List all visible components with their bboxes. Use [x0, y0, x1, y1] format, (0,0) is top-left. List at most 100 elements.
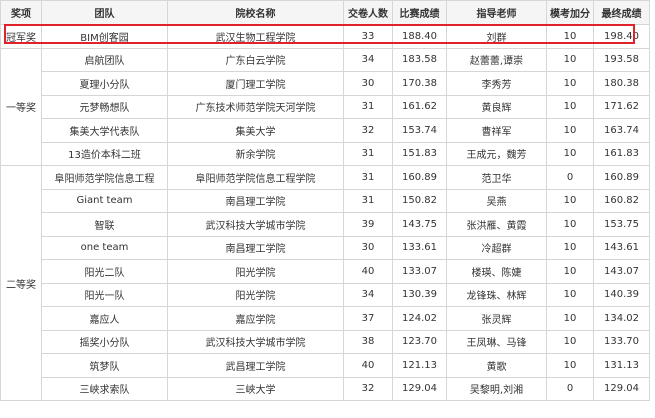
header-count: 交卷人数 — [343, 0, 393, 25]
header-award: 奖项 — [0, 0, 42, 25]
team-cell: Giant team — [41, 188, 168, 213]
table-row: 阳光一队 阳光学院 34 130.39 龙锋珠、林辉 10 140.39 — [1, 282, 650, 307]
count-cell: 34 — [343, 47, 393, 72]
score-cell: 161.62 — [392, 94, 447, 119]
school-cell: 广东技术师范学院天河学院 — [167, 94, 344, 119]
count-cell: 32 — [343, 376, 393, 401]
table-row: 二等奖 阜阳师范学院信息工程 阜阳师范学院信息工程学院 31 160.89 范卫华 0 160… — [0, 165, 650, 401]
count-cell: 31 — [343, 165, 393, 190]
bonus-cell: 0 — [546, 376, 594, 401]
school-cell: 新余学院 — [167, 141, 344, 166]
final-cell: 193.58 — [593, 47, 650, 72]
count-cell: 31 — [343, 188, 393, 213]
team-cell: 13造价本科二班 — [41, 141, 168, 166]
team-cell: 阳光二队 — [41, 259, 168, 284]
table-row: 冠军奖 BIM创客园 武汉生物工程学院 33 188.40 刘群 10 198.40 — [0, 24, 650, 49]
table-row: 一等奖 启航团队 广东白云学院 34 183.58 赵蕾蕾,谭崇 10 193.58 — [0, 47, 650, 166]
award-cell: 二等奖 — [0, 165, 42, 401]
results-table: 奖项 团队 院校名称 交卷人数 比赛成绩 指导老师 模考加分 最终成绩 冠军奖 B… — [0, 0, 650, 401]
school-cell: 阜阳师范学院信息工程学院 — [167, 165, 344, 190]
bonus-cell: 10 — [546, 71, 594, 96]
final-cell: 198.40 — [593, 24, 650, 49]
team-cell: one team — [41, 235, 168, 260]
final-cell: 134.02 — [593, 306, 650, 331]
score-cell: 150.82 — [392, 188, 447, 213]
table-row: 智联 武汉科技大学城市学院 39 143.75 张洪雁、黄霞 10 153.75 — [1, 212, 650, 237]
final-cell: 143.61 — [593, 235, 650, 260]
school-cell: 嘉应学院 — [167, 306, 344, 331]
table-row: 嘉应人 嘉应学院 37 124.02 张灵辉 10 134.02 — [1, 306, 650, 331]
bonus-cell: 10 — [546, 259, 594, 284]
score-cell: 129.04 — [392, 376, 447, 401]
bonus-cell: 10 — [546, 329, 594, 354]
award-cell: 一等奖 — [0, 47, 42, 166]
score-cell: 160.89 — [392, 165, 447, 190]
bonus-cell: 10 — [546, 94, 594, 119]
count-cell: 30 — [343, 235, 393, 260]
count-cell: 37 — [343, 306, 393, 331]
score-cell: 170.38 — [392, 71, 447, 96]
team-cell: 阳光一队 — [41, 282, 168, 307]
score-cell: 188.40 — [392, 24, 447, 49]
count-cell: 31 — [343, 94, 393, 119]
teacher-cell: 刘群 — [446, 24, 547, 49]
team-cell: 夏理小分队 — [41, 71, 168, 96]
final-cell: 143.07 — [593, 259, 650, 284]
table-row: 阳光二队 阳光学院 40 133.07 楼瑛、陈婕 10 143.07 — [1, 259, 650, 284]
count-cell: 40 — [343, 259, 393, 284]
final-cell: 133.70 — [593, 329, 650, 354]
final-cell: 171.62 — [593, 94, 650, 119]
final-cell: 131.13 — [593, 353, 650, 378]
header-row: 奖项 团队 院校名称 交卷人数 比赛成绩 指导老师 模考加分 最终成绩 — [0, 0, 650, 25]
table-row: Giant team 南昌理工学院 31 150.82 吴燕 10 160.82 — [1, 188, 650, 213]
header-school: 院校名称 — [167, 0, 344, 25]
table-row: 摇奖小分队 武汉科技大学城市学院 38 123.70 王凤琳、马锋 10 133.70 — [1, 329, 650, 354]
table-row: 筑梦队 武昌理工学院 40 121.13 黄歌 10 131.13 — [1, 353, 650, 378]
school-cell: 阳光学院 — [167, 259, 344, 284]
award-cell: 冠军奖 — [0, 24, 42, 49]
final-cell: 153.75 — [593, 212, 650, 237]
header-score: 比赛成绩 — [392, 0, 447, 25]
team-cell: 筑梦队 — [41, 353, 168, 378]
teacher-cell: 吴燕 — [446, 188, 547, 213]
school-cell: 广东白云学院 — [167, 47, 344, 72]
team-cell: 摇奖小分队 — [41, 329, 168, 354]
teacher-cell: 黄良辉 — [446, 94, 547, 119]
bonus-cell: 0 — [546, 165, 594, 190]
final-cell: 160.82 — [593, 188, 650, 213]
score-cell: 121.13 — [392, 353, 447, 378]
header-bonus: 模考加分 — [546, 0, 594, 25]
score-cell: 143.75 — [392, 212, 447, 237]
teacher-cell: 楼瑛、陈婕 — [446, 259, 547, 284]
bonus-cell: 10 — [546, 118, 594, 143]
school-cell: 三峡大学 — [167, 376, 344, 401]
teacher-cell: 赵蕾蕾,谭崇 — [446, 47, 547, 72]
score-cell: 183.58 — [392, 47, 447, 72]
final-cell: 163.74 — [593, 118, 650, 143]
final-cell: 140.39 — [593, 282, 650, 307]
score-cell: 130.39 — [392, 282, 447, 307]
team-cell: 三峡求索队 — [41, 376, 168, 401]
teacher-cell: 王成元，魏芳 — [446, 141, 547, 166]
table-row: one team 南昌理工学院 30 133.61 冷超群 10 143.61 — [1, 235, 650, 260]
school-cell: 武昌理工学院 — [167, 353, 344, 378]
header-teacher: 指导老师 — [446, 0, 547, 25]
final-cell: 161.83 — [593, 141, 650, 166]
score-cell: 133.07 — [392, 259, 447, 284]
teacher-cell: 黄歌 — [446, 353, 547, 378]
final-cell: 180.38 — [593, 71, 650, 96]
score-cell: 123.70 — [392, 329, 447, 354]
teacher-cell: 王凤琳、马锋 — [446, 329, 547, 354]
bonus-cell: 10 — [546, 47, 594, 72]
teacher-cell: 龙锋珠、林辉 — [446, 282, 547, 307]
school-cell: 武汉生物工程学院 — [167, 24, 344, 49]
count-cell: 33 — [343, 24, 393, 49]
bonus-cell: 10 — [546, 212, 594, 237]
count-cell: 30 — [343, 71, 393, 96]
count-cell: 31 — [343, 141, 393, 166]
teacher-cell: 曹祥军 — [446, 118, 547, 143]
count-cell: 38 — [343, 329, 393, 354]
table-row: 元梦畅想队 广东技术师范学院天河学院 31 161.62 黄良辉 10 171.62 — [1, 94, 650, 119]
final-cell: 129.04 — [593, 376, 650, 401]
header-final: 最终成绩 — [593, 0, 650, 25]
